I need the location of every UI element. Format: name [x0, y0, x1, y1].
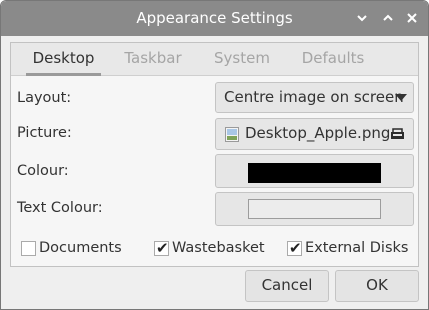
- tab-defaults[interactable]: Defaults: [297, 43, 369, 75]
- text-colour-button[interactable]: [215, 192, 414, 226]
- checkmark-icon: ✔: [156, 239, 169, 257]
- external-disks-checkbox[interactable]: ✔ External Disks: [287, 239, 417, 257]
- layout-dropdown[interactable]: Centre image on screen: [215, 82, 414, 113]
- documents-label: Documents: [39, 240, 122, 256]
- picture-label: Picture:: [17, 125, 72, 141]
- minimize-button[interactable]: [354, 10, 370, 26]
- checkbox-box: [21, 241, 36, 256]
- colour-button[interactable]: [215, 154, 414, 188]
- colour-swatch: [248, 163, 381, 183]
- external-disks-label: External Disks: [305, 240, 409, 256]
- maximize-icon: [383, 14, 393, 21]
- checkbox-box: ✔: [154, 239, 169, 257]
- colour-label: Colour:: [17, 163, 69, 179]
- picture-file-chooser[interactable]: Desktop_Apple.png: [215, 118, 414, 150]
- tab-bar: Desktop Taskbar System Defaults: [11, 43, 418, 76]
- text-colour-swatch: [248, 199, 381, 219]
- maximize-button[interactable]: [380, 10, 396, 26]
- cancel-button[interactable]: Cancel: [245, 270, 329, 302]
- tab-desktop[interactable]: Desktop: [22, 43, 105, 76]
- appearance-settings-window: Appearance Settings Desktop Taskbar Syst…: [0, 0, 429, 310]
- ok-button[interactable]: OK: [335, 270, 419, 302]
- checkbox-box: ✔: [287, 239, 302, 257]
- tab-system[interactable]: System: [207, 43, 277, 75]
- wastebasket-label: Wastebasket: [172, 240, 265, 256]
- close-button[interactable]: [404, 10, 420, 26]
- image-file-icon: [225, 127, 239, 142]
- dropdown-arrow-icon: [395, 94, 407, 101]
- settings-notebook: Desktop Taskbar System Defaults Layout: …: [10, 42, 419, 267]
- open-folder-icon: [391, 128, 404, 139]
- layout-value: Centre image on screen: [224, 88, 404, 106]
- wastebasket-checkbox[interactable]: ✔ Wastebasket: [154, 239, 274, 257]
- tab-taskbar[interactable]: Taskbar: [117, 43, 189, 75]
- documents-checkbox[interactable]: Documents: [21, 239, 131, 257]
- picture-filename: Desktop_Apple.png: [245, 124, 391, 142]
- minimize-icon: [357, 15, 367, 22]
- close-icon: [407, 13, 417, 23]
- checkmark-icon: ✔: [289, 239, 302, 257]
- title-bar: Appearance Settings: [1, 1, 428, 36]
- layout-label: Layout:: [17, 90, 72, 106]
- text-colour-label: Text Colour:: [17, 200, 103, 216]
